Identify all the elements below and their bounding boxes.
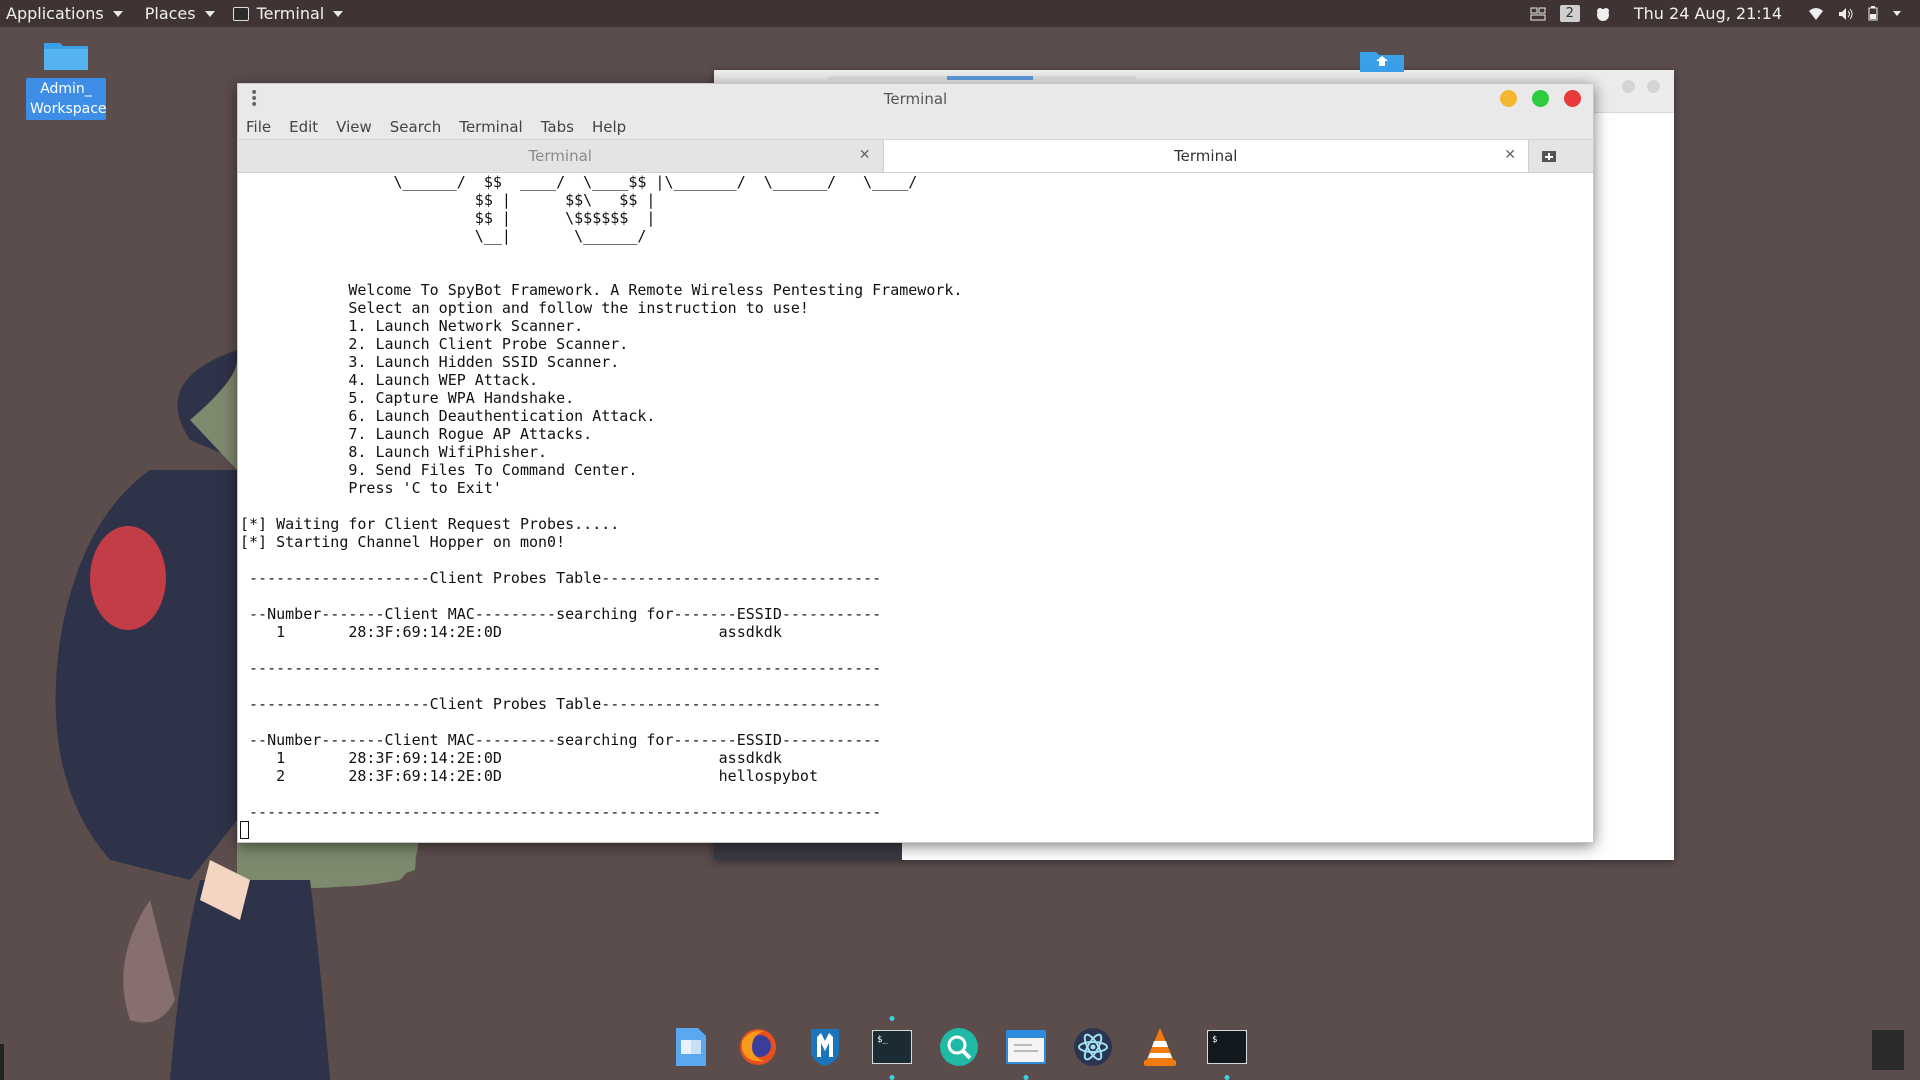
battery-icon[interactable] [1868, 6, 1878, 21]
minimize-button[interactable] [1622, 80, 1635, 93]
vlc-icon [1144, 1028, 1176, 1066]
files-icon [676, 1028, 706, 1066]
menu-help[interactable]: Help [592, 118, 626, 136]
svg-text:$: $ [1212, 1035, 1217, 1045]
dock-vlc[interactable] [1137, 1024, 1183, 1070]
desktop-icon-label: Admin_ Workspace [26, 78, 107, 120]
menu-bar: File Edit View Search Terminal Tabs Help [238, 114, 1593, 140]
home-folder-icon[interactable] [1360, 48, 1404, 72]
dock-terminal-2[interactable]: $ [1204, 1024, 1250, 1080]
terminal-titlebar[interactable]: • • • Terminal [238, 84, 1593, 114]
svg-text:$_: $_ [877, 1035, 888, 1045]
terminal-icon: $_ [872, 1030, 912, 1064]
running-indicator [1224, 1075, 1230, 1080]
menu-file[interactable]: File [246, 118, 271, 136]
volume-icon[interactable] [1838, 7, 1854, 21]
terminal-window[interactable]: • • • Terminal File Edit View Search Termi… [237, 83, 1594, 843]
active-app-menu[interactable]: Terminal [227, 0, 350, 27]
weather-icon[interactable] [1594, 6, 1612, 22]
folder-icon [44, 43, 88, 70]
dock-terminal[interactable]: $_ [869, 1016, 915, 1080]
menu-terminal[interactable]: Terminal [459, 118, 522, 136]
menu-search[interactable]: Search [390, 118, 442, 136]
desktop-icon-admin-workspace[interactable]: Admin_ Workspace [26, 40, 107, 120]
dock-firefox[interactable] [735, 1024, 781, 1070]
tab-terminal-2[interactable]: Terminal ✕ [883, 140, 1529, 172]
terminal-text: \______/ $$ ____/ \____$$ |\_______/ \__… [240, 173, 963, 821]
workspace-switcher-icon[interactable] [1530, 7, 1546, 21]
clock[interactable]: Thu 24 Aug, 21:14 [1634, 4, 1782, 23]
applications-menu[interactable]: Applications [0, 0, 129, 27]
terminal-output[interactable]: \______/ $$ ____/ \____$$ |\_______/ \__… [238, 173, 1593, 842]
dock-atom[interactable] [1070, 1024, 1116, 1070]
menu-edit[interactable]: Edit [289, 118, 318, 136]
close-icon[interactable]: ✕ [859, 147, 871, 163]
places-label: Places [144, 4, 196, 23]
tab-bar: Terminal ✕ Terminal ✕ [238, 140, 1593, 173]
firefox-icon [740, 1029, 776, 1065]
minimize-button[interactable] [1500, 90, 1517, 107]
mail-icon [1006, 1030, 1046, 1064]
active-app-label: Terminal [256, 4, 325, 23]
workspace-indicator[interactable]: 2 [1559, 5, 1580, 22]
search-icon [940, 1028, 978, 1066]
kebab-menu-icon[interactable]: • • • [250, 86, 258, 112]
menu-tabs[interactable]: Tabs [541, 118, 574, 136]
places-menu[interactable]: Places [139, 0, 221, 27]
chevron-down-icon [333, 10, 344, 17]
menu-view[interactable]: View [336, 118, 372, 136]
power-menu-icon[interactable] [1892, 8, 1902, 20]
new-tab-icon[interactable] [1541, 149, 1557, 163]
terminal-icon [232, 6, 249, 21]
terminal-icon: $ [1207, 1030, 1247, 1064]
tab-label: Terminal [528, 147, 592, 165]
sidebar-footer [714, 840, 902, 860]
tab-terminal-1[interactable]: Terminal ✕ [238, 140, 884, 172]
dock-metasploit[interactable] [802, 1024, 848, 1070]
metasploit-icon [811, 1029, 839, 1066]
dock-search[interactable] [936, 1024, 982, 1070]
close-button[interactable] [1564, 90, 1581, 107]
close-button[interactable] [1647, 80, 1660, 93]
applications-label: Applications [6, 4, 104, 23]
close-icon[interactable]: ✕ [1504, 147, 1516, 163]
maximize-button[interactable] [1532, 90, 1549, 107]
running-indicator [1023, 1075, 1029, 1080]
chevron-down-icon [112, 10, 123, 17]
running-indicator [889, 1016, 895, 1021]
tab-label: Terminal [1174, 147, 1238, 165]
running-indicator [889, 1075, 895, 1080]
dock: $_ $ [668, 1016, 1250, 1080]
dock-mail[interactable] [1003, 1024, 1049, 1080]
terminal-cursor [240, 821, 249, 839]
wifi-icon[interactable] [1808, 7, 1824, 21]
dock-files[interactable] [668, 1024, 714, 1070]
chevron-down-icon [204, 10, 215, 17]
top-panel: Applications Places Terminal 2 Thu 24 Au… [0, 0, 1920, 27]
atom-icon [1074, 1028, 1112, 1066]
window-title: Terminal [883, 90, 948, 108]
